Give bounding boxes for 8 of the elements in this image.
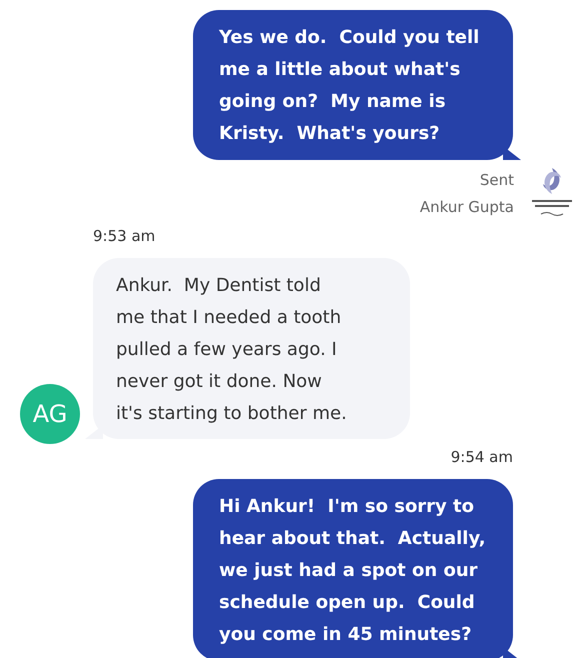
message-bubble: Yes we do. Could you tell me a little about what's going on? My name is Kristy. What's yours? (193, 10, 513, 160)
delivery-status: Sent (480, 170, 514, 191)
message-bubble: Hi Ankur! I'm so sorry to hear about that. Actually, we just had a spot on our schedule open up. Could you come in 45 minutes? (193, 479, 513, 658)
sender-name: Ankur Gupta (420, 197, 514, 218)
message-time: 9:53 am (93, 226, 156, 247)
message-bubble: Ankur. My Dentist told me that I needed a tooth pulled a few years ago. I never got it done. Now it's starting to bother me. (93, 258, 410, 439)
avatar: AG (20, 384, 80, 444)
message-time: 9:54 am (450, 447, 513, 468)
